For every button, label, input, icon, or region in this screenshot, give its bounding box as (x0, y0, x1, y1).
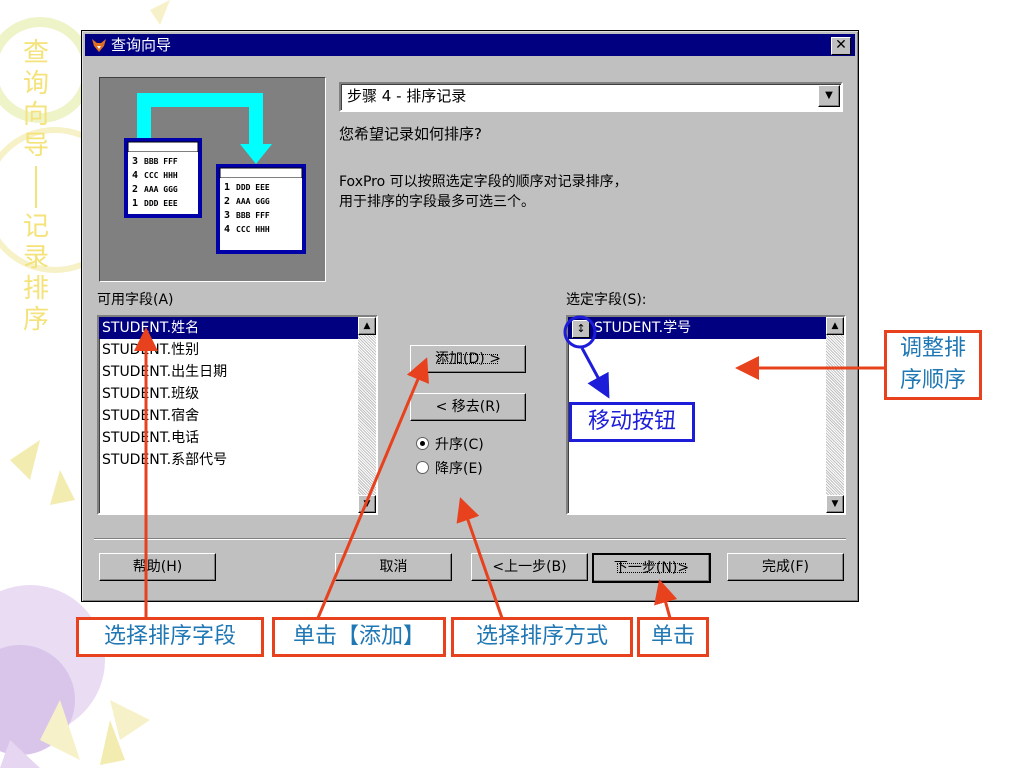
side-title-char: 录 (22, 243, 49, 273)
illustration-row-number: 2 (224, 196, 230, 207)
cancel-button[interactable]: 取消 (335, 553, 452, 581)
annotation-click: 单击 (637, 617, 709, 657)
list-item[interactable]: STUDENT.姓名 (99, 317, 376, 339)
descending-radio[interactable]: 降序(E) (416, 459, 483, 479)
list-item[interactable]: STUDENT.宿舍 (99, 405, 376, 427)
illustration-row-number: 3 (224, 210, 230, 221)
side-title-divider (35, 166, 37, 208)
side-title-char: 导 (22, 131, 49, 161)
sort-illustration: 3 BBB FFF 4 CCC HHH 2 AAA GGG 1 DDD EEE 1 DDD EE… (99, 77, 326, 282)
move-handle-icon[interactable]: ↕ (572, 320, 590, 338)
fox-icon (92, 39, 106, 52)
available-list-scrollbar[interactable]: ▲ ▼ (358, 317, 376, 513)
next-button[interactable]: 下一步(N)> (592, 553, 711, 583)
illustration-row-value: DDD EEE (144, 199, 178, 208)
dialog-title: 查询向导 (111, 36, 172, 54)
annotation-select-order: 选择排序方式 (451, 617, 633, 657)
illustration-row-value: AAA GGG (236, 197, 270, 206)
illustration-row-number: 1 (132, 198, 138, 209)
illustration-row-number: 2 (132, 184, 138, 195)
illustration-row-value: CCC HHH (236, 225, 270, 234)
side-title-char: 排 (22, 274, 49, 304)
side-title-char: 询 (22, 69, 49, 99)
radio-selected-icon (416, 437, 429, 450)
side-title-char: 查 (22, 38, 49, 68)
selected-fields-label: 选定字段(S): (566, 292, 647, 308)
annotation-move-button: 移动按钮 (569, 402, 695, 442)
add-button-label: 添加(D) > (435, 351, 501, 367)
list-item[interactable]: STUDENT.性别 (99, 339, 376, 361)
query-wizard-dialog: 查询向导 ✕ 3 BBB FFF 4 CCC HHH 2 AAA GGG 1 DDD EEE … (81, 30, 859, 602)
add-button[interactable]: 添加(D) > (410, 345, 526, 373)
available-fields-label: 可用字段(A) (97, 292, 174, 308)
illustration-row-value: AAA GGG (144, 185, 178, 194)
selected-field-label: STUDENT.学号 (594, 320, 692, 336)
list-item[interactable]: STUDENT.班级 (99, 383, 376, 405)
list-item[interactable]: STUDENT.出生日期 (99, 361, 376, 383)
slide-side-title: 查 询 向 导 记 录 排 序 (18, 38, 54, 336)
illustration-row-number: 4 (224, 224, 230, 235)
dialog-titlebar: 查询向导 ✕ (85, 34, 855, 56)
illustration-row-value: BBB FFF (144, 157, 178, 166)
next-button-label: 下一步(N)> (613, 560, 690, 576)
scroll-up-icon[interactable]: ▲ (358, 317, 376, 335)
finish-button[interactable]: 完成(F) (727, 553, 844, 581)
ascending-radio[interactable]: 升序(C) (416, 435, 484, 455)
list-item[interactable]: STUDENT.电话 (99, 427, 376, 449)
illustration-row-value: BBB FFF (236, 211, 270, 220)
sort-question: 您希望记录如何排序? (339, 125, 482, 143)
illustration-row-number: 4 (132, 170, 138, 181)
annotation-select-field: 选择排序字段 (76, 617, 264, 657)
scroll-up-icon[interactable]: ▲ (826, 317, 844, 335)
scroll-down-icon[interactable]: ▼ (826, 495, 844, 513)
radio-empty-icon (416, 461, 429, 474)
illustration-row-value: CCC HHH (144, 171, 178, 180)
side-title-char: 序 (22, 305, 49, 335)
selected-list-scrollbar[interactable]: ▲ ▼ (826, 317, 844, 513)
step-dropdown[interactable]: 步骤 4 - 排序记录 ▼ (339, 82, 843, 112)
sort-diagram: 3 BBB FFF 4 CCC HHH 2 AAA GGG 1 DDD EEE 1 DDD EE… (124, 93, 306, 254)
help-button[interactable]: 帮助(H) (99, 553, 216, 581)
close-button[interactable]: ✕ (831, 37, 851, 55)
ascending-label: 升序(C) (435, 437, 484, 453)
side-title-char: 向 (22, 100, 49, 130)
annotation-click-add: 单击【添加】 (272, 617, 446, 657)
scroll-down-icon[interactable]: ▼ (358, 495, 376, 513)
annotation-adjust-order: 调整排 序顺序 (884, 330, 982, 400)
chevron-down-icon[interactable]: ▼ (818, 85, 840, 107)
step-dropdown-value: 步骤 4 - 排序记录 (347, 87, 467, 105)
illustration-row-value: DDD EEE (236, 183, 270, 192)
description-line-2: 用于排序的字段最多可选三个。 (339, 194, 535, 210)
annotation-adjust-order-line2: 序顺序 (899, 368, 966, 393)
description-line-1: FoxPro 可以按照选定字段的顺序对记录排序， (339, 174, 628, 190)
side-title-char: 记 (22, 212, 49, 242)
available-fields-list[interactable]: STUDENT.姓名 STUDENT.性别 STUDENT.出生日期 STUDE… (97, 315, 378, 515)
list-item[interactable]: ↕ STUDENT.学号 (568, 317, 844, 339)
list-item[interactable]: STUDENT.系部代号 (99, 449, 376, 471)
illustration-row-number: 1 (224, 182, 230, 193)
remove-button[interactable]: < 移去(R) (410, 393, 526, 421)
back-button[interactable]: <上一步(B) (471, 553, 588, 581)
dialog-separator (94, 538, 846, 540)
illustration-row-number: 3 (132, 156, 138, 167)
annotation-adjust-order-line1: 调整排 (899, 336, 966, 361)
descending-label: 降序(E) (435, 461, 483, 477)
